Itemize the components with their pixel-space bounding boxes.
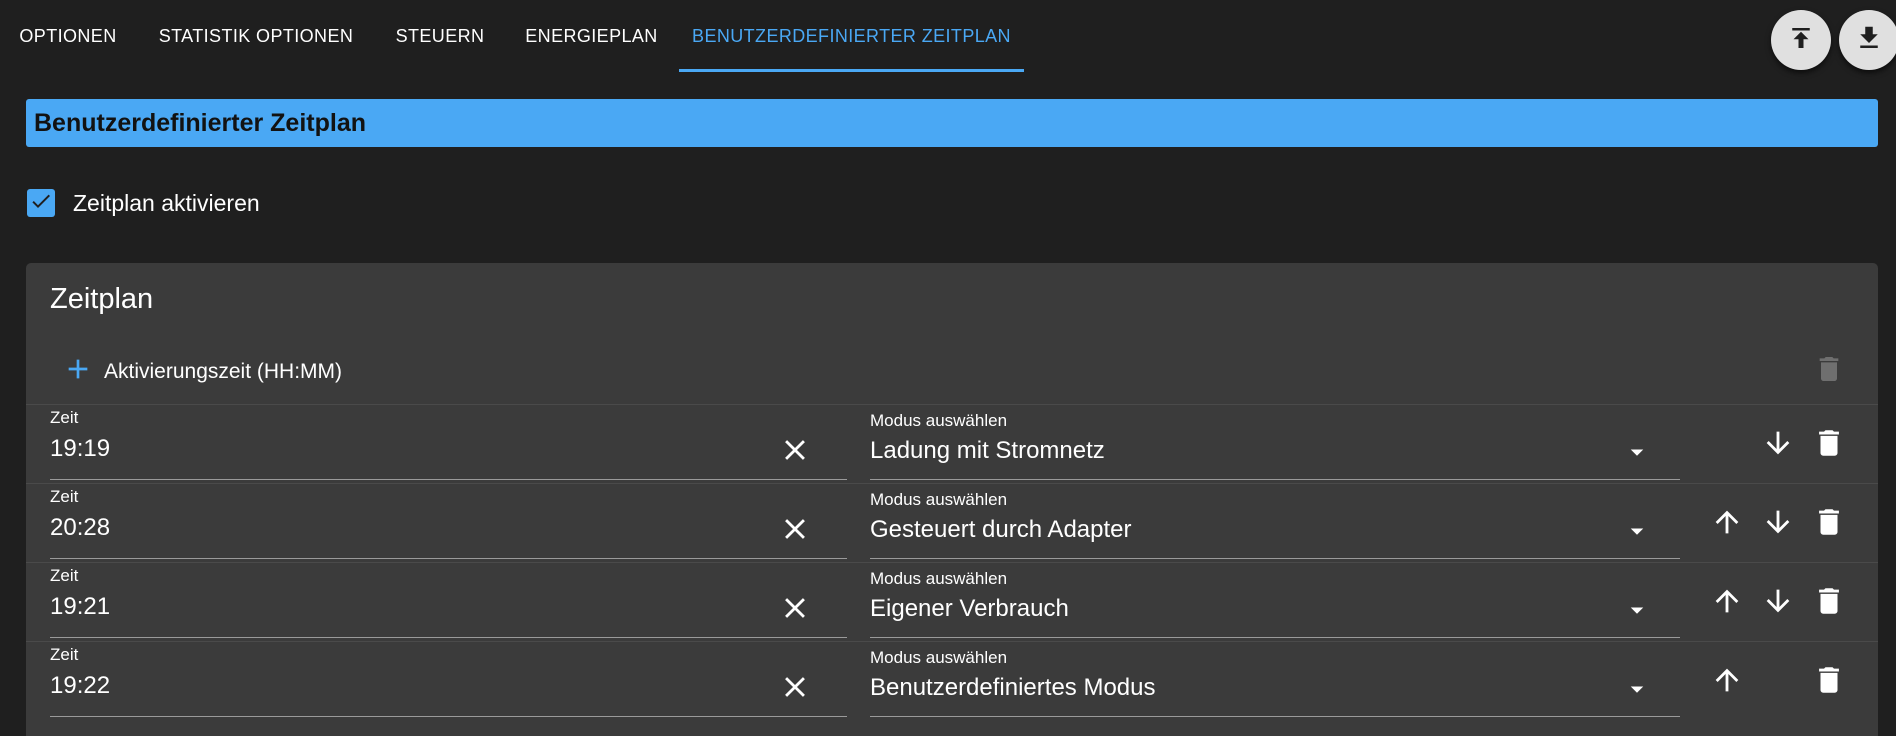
mode-select[interactable]: Ladung mit Stromnetz [870,437,1105,465]
arrow-up-icon [1710,663,1744,702]
add-activation-time-label: Aktivierungszeit (HH:MM) [104,359,343,383]
schedule-row: Zeit 19:22 Modus auswählen Benutzerdefin… [26,642,1878,720]
arrow-down-icon [1761,584,1795,623]
caret-down-icon [1622,516,1652,551]
tab-energieplan[interactable]: ENERGIEPLAN [504,0,679,72]
move-down-button[interactable] [1761,586,1795,620]
move-up-button[interactable] [1710,665,1744,699]
clear-time-button[interactable] [778,672,812,706]
trash-icon [1812,505,1846,544]
mode-field-label: Modus auswählen [870,648,1008,667]
time-underline [50,637,847,638]
time-underline [50,558,847,559]
schedule-row: Zeit 19:21 Modus auswählen Eigener Verbr… [26,563,1878,641]
time-input[interactable]: 19:22 [50,672,110,700]
caret-down-icon [1622,674,1652,709]
time-underline [50,716,847,717]
delete-row-button[interactable] [1812,428,1846,462]
move-up-button[interactable] [1710,586,1744,620]
mode-underline [870,558,1680,559]
mode-dropdown-button[interactable] [1620,595,1654,629]
clear-time-button[interactable] [778,514,812,548]
mode-field-label: Modus auswählen [870,411,1008,430]
plus-icon [62,353,94,390]
trash-icon [1812,584,1846,623]
caret-down-icon [1622,437,1652,472]
trash-icon [1812,426,1846,465]
clear-time-button[interactable] [778,435,812,469]
trash-icon [1812,663,1846,702]
schedule-panel: Zeitplan Aktivierungszeit (HH:MM) Zeit 1… [26,263,1878,736]
upload-button[interactable] [1771,10,1831,70]
move-down-button[interactable] [1761,428,1795,462]
section-title: Benutzerdefinierter Zeitplan [34,108,366,137]
add-activation-time-button[interactable]: Aktivierungszeit (HH:MM) [62,353,342,390]
close-icon [778,512,812,551]
mode-field-label: Modus auswählen [870,490,1008,509]
arrow-down-icon [1761,505,1795,544]
mode-underline [870,479,1680,480]
section-header: Benutzerdefinierter Zeitplan [26,99,1878,147]
time-field-label: Zeit [50,408,79,427]
mode-underline [870,637,1680,638]
arrow-up-icon [1710,505,1744,544]
enable-schedule-label: Zeitplan aktivieren [73,189,260,216]
mode-dropdown-button[interactable] [1620,674,1654,708]
upload-to-top-icon [1786,23,1816,58]
trash-icon [1813,357,1845,389]
schedule-row: Zeit 20:28 Modus auswählen Gesteuert dur… [26,484,1878,562]
tab-statistik-optionen[interactable]: STATISTIK OPTIONEN [136,0,376,72]
enable-schedule-checkbox-row[interactable]: Zeitplan aktivieren [27,188,260,218]
time-field-label: Zeit [50,487,79,506]
tab-benutzerdefinierter-zeitplan[interactable]: BENUTZERDEFINIERTER ZEITPLAN [679,0,1024,72]
close-icon [778,670,812,709]
time-underline [50,479,847,480]
move-up-button[interactable] [1710,507,1744,541]
enable-schedule-checkbox[interactable] [27,189,55,217]
mode-dropdown-button[interactable] [1620,516,1654,550]
tab-steuern[interactable]: STEUERN [376,0,504,72]
mode-select[interactable]: Gesteuert durch Adapter [870,516,1132,544]
arrow-up-icon [1710,584,1744,623]
schedule-row: Zeit 19:19 Modus auswählen Ladung mit St… [26,405,1878,483]
time-input[interactable]: 20:28 [50,514,110,542]
time-input[interactable]: 19:19 [50,435,110,463]
close-icon [778,433,812,472]
schedule-title: Zeitplan [50,283,154,315]
delete-all-button[interactable] [1813,353,1845,385]
arrow-down-icon [1761,426,1795,465]
mode-select[interactable]: Benutzerdefiniertes Modus [870,674,1156,702]
tab-optionen[interactable]: OPTIONEN [0,0,136,72]
delete-row-button[interactable] [1812,586,1846,620]
delete-row-button[interactable] [1812,507,1846,541]
time-field-label: Zeit [50,566,79,585]
close-icon [778,591,812,630]
mode-field-label: Modus auswählen [870,569,1008,588]
mode-underline [870,716,1680,717]
checkmark-icon [29,189,53,218]
time-input[interactable]: 19:21 [50,593,110,621]
move-down-button[interactable] [1761,507,1795,541]
mode-dropdown-button[interactable] [1620,437,1654,471]
tab-bar: OPTIONEN STATISTIK OPTIONEN STEUERN ENER… [0,0,1896,72]
clear-time-button[interactable] [778,593,812,627]
time-field-label: Zeit [50,645,79,664]
download-button[interactable] [1839,10,1896,70]
caret-down-icon [1622,595,1652,630]
mode-select[interactable]: Eigener Verbrauch [870,595,1069,623]
download-icon [1854,23,1884,58]
delete-row-button[interactable] [1812,665,1846,699]
